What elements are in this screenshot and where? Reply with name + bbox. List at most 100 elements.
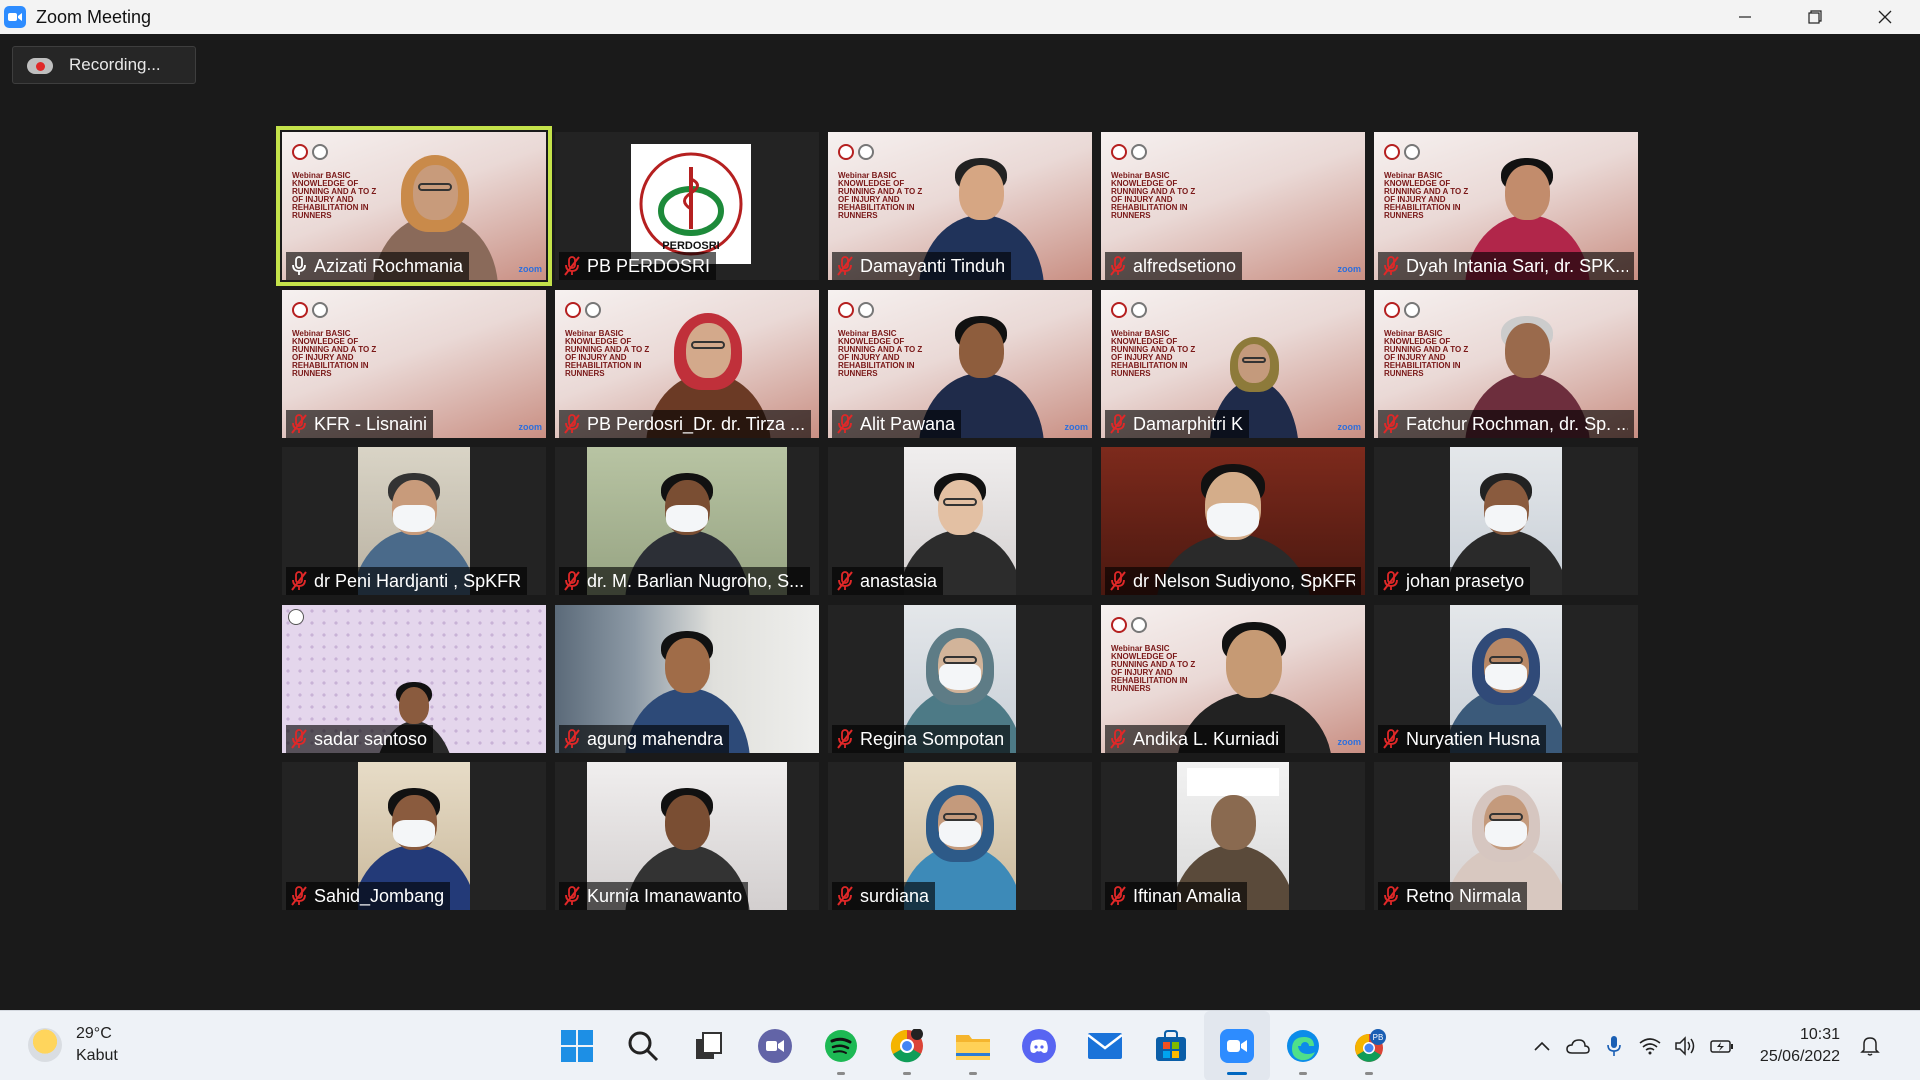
webinar-background-text: Webinar BASIC KNOWLEDGE OF RUNNING AND A… <box>1111 171 1196 220</box>
task-view-icon <box>696 1032 722 1059</box>
participant-name: Damayanti Tinduh <box>860 255 1006 276</box>
participant-name-label: Fatchur Rochman, dr. Sp. ... <box>1378 410 1634 438</box>
discord-icon <box>1022 1029 1056 1063</box>
participant-name: johan prasetyo <box>1406 570 1525 591</box>
participant-tile[interactable]: Webinar BASIC KNOWLEDGE OF RUNNING AND A… <box>1374 132 1638 280</box>
taskbar-clock[interactable]: 10:31 25/06/2022 <box>1760 1024 1840 1068</box>
participant-tile[interactable]: sadar santoso <box>282 605 546 753</box>
microsoft-store-button[interactable] <box>1138 1011 1204 1080</box>
muted-microphone-icon <box>290 886 308 906</box>
webinar-background-text: Webinar BASIC KNOWLEDGE OF RUNNING AND A… <box>1384 171 1469 220</box>
participant-tile[interactable]: Iftinan Amalia <box>1101 762 1365 910</box>
zoom-taskbar-button[interactable] <box>1204 1011 1270 1080</box>
muted-microphone-icon <box>836 729 854 749</box>
edge-button[interactable] <box>1270 1011 1336 1080</box>
participant-name: anastasia <box>860 570 938 591</box>
participant-name-label: KFR - Lisnaini <box>286 410 434 438</box>
participant-tile[interactable]: Webinar BASIC KNOWLEDGE OF RUNNING AND A… <box>1374 290 1638 438</box>
participant-name-label: PB PERDOSRI <box>559 252 717 280</box>
muted-microphone-icon <box>836 571 854 591</box>
teams-chat-icon <box>758 1029 792 1063</box>
participant-name: Azizati Rochmania <box>314 255 464 276</box>
participant-name: Damarphitri K <box>1133 413 1244 434</box>
close-button[interactable] <box>1850 0 1920 34</box>
teams-chat-button[interactable] <box>742 1011 808 1080</box>
muted-microphone-icon <box>1382 256 1400 276</box>
participant-tile[interactable]: Webinar BASIC KNOWLEDGE OF RUNNING AND A… <box>828 132 1092 280</box>
participant-name: Fatchur Rochman, dr. Sp. ... <box>1406 413 1628 434</box>
webinar-background-text: Webinar BASIC KNOWLEDGE OF RUNNING AND A… <box>1384 329 1469 378</box>
notification-center-button[interactable] <box>1856 1011 1884 1080</box>
task-view-button[interactable] <box>676 1011 742 1080</box>
restore-button[interactable] <box>1780 0 1850 34</box>
spotify-button[interactable] <box>808 1011 874 1080</box>
muted-microphone-icon <box>1109 571 1127 591</box>
mail-button[interactable] <box>1072 1011 1138 1080</box>
recording-indicator[interactable]: Recording... <box>12 46 196 84</box>
webinar-background-text: Webinar BASIC KNOWLEDGE OF RUNNING AND A… <box>1111 329 1196 378</box>
participant-tile[interactable]: Sahid_Jombang <box>282 762 546 910</box>
start-button[interactable] <box>544 1011 610 1080</box>
participant-tile[interactable]: surdiana <box>828 762 1092 910</box>
muted-microphone-icon <box>563 414 581 434</box>
participant-name-label: anastasia <box>832 567 944 595</box>
webinar-background-text: Webinar BASIC KNOWLEDGE OF RUNNING AND A… <box>565 329 650 378</box>
participant-tile[interactable]: Webinar BASIC KNOWLEDGE OF RUNNING AND A… <box>276 126 552 286</box>
discord-button[interactable] <box>1006 1011 1072 1080</box>
participant-name: Alit Pawana <box>860 413 956 434</box>
participant-name: dr Nelson Sudiyono, SpKFR <box>1133 570 1355 591</box>
wifi-icon <box>1639 1038 1661 1055</box>
participant-tile[interactable]: Retno Nirmala <box>1374 762 1638 910</box>
weather-temperature: 29°C <box>76 1025 112 1042</box>
participant-tile[interactable]: Webinar BASIC KNOWLEDGE OF RUNNING AND A… <box>828 290 1092 438</box>
edge-icon <box>1287 1030 1319 1062</box>
clock-date: 25/06/2022 <box>1759 1048 1840 1065</box>
participant-name-label: sadar santoso <box>286 725 434 753</box>
participant-name-label: Regina Sompotan <box>832 725 1011 753</box>
chrome-profile-button[interactable]: PB <box>1336 1011 1402 1080</box>
participant-tile[interactable]: Regina Sompotan <box>828 605 1092 753</box>
participant-tile[interactable]: agung mahendra <box>555 605 819 753</box>
participant-name-label: johan prasetyo <box>1378 567 1531 595</box>
participant-name: alfredsetiono <box>1133 255 1237 276</box>
cloud-recording-icon <box>27 56 53 74</box>
chrome-button[interactable] <box>874 1011 940 1080</box>
participant-tile[interactable]: Webinar BASIC KNOWLEDGE OF RUNNING AND A… <box>1101 132 1365 280</box>
participant-tile[interactable]: johan prasetyo <box>1374 447 1638 595</box>
zoom-watermark: zoom <box>518 264 543 274</box>
minimize-button[interactable] <box>1710 0 1780 34</box>
participant-name-label: surdiana <box>832 882 936 910</box>
microphone-button[interactable] <box>1596 1011 1632 1080</box>
university-logo-icon <box>288 609 304 625</box>
participant-tile[interactable]: dr. M. Barlian Nugroho, S... <box>555 447 819 595</box>
participant-tile[interactable]: PERDOSRI PB PERDOSRI <box>555 132 819 280</box>
muted-microphone-icon <box>563 886 581 906</box>
file-explorer-button[interactable] <box>940 1011 1006 1080</box>
volume-button[interactable] <box>1668 1011 1704 1080</box>
participant-tile[interactable]: Webinar BASIC KNOWLEDGE OF RUNNING AND A… <box>555 290 819 438</box>
weather-widget[interactable]: 29°C Kabut <box>28 1023 118 1067</box>
search-button[interactable] <box>610 1011 676 1080</box>
window-title: Zoom Meeting <box>36 6 152 27</box>
onedrive-button[interactable] <box>1560 1011 1596 1080</box>
participant-name-label: PB Perdosri_Dr. dr. Tirza ... <box>559 410 812 438</box>
battery-button[interactable] <box>1704 1011 1740 1080</box>
windows-start-icon <box>561 1030 593 1062</box>
participant-tile[interactable]: Webinar BASIC KNOWLEDGE OF RUNNING AND A… <box>1101 290 1365 438</box>
participant-tile[interactable]: anastasia <box>828 447 1092 595</box>
muted-microphone-icon <box>836 886 854 906</box>
participant-tile[interactable]: Nuryatien Husna <box>1374 605 1638 753</box>
participant-tile[interactable]: dr Peni Hardjanti , SpKFR <box>282 447 546 595</box>
recording-label: Recording... <box>69 55 161 74</box>
muted-microphone-icon <box>1382 571 1400 591</box>
wifi-button[interactable] <box>1632 1011 1668 1080</box>
participant-tile[interactable]: Webinar BASIC KNOWLEDGE OF RUNNING AND A… <box>282 290 546 438</box>
participant-name-label: Nuryatien Husna <box>1378 725 1547 753</box>
chrome-icon <box>890 1029 923 1063</box>
zoom-watermark: zoom <box>1337 264 1362 274</box>
participant-tile[interactable]: dr Nelson Sudiyono, SpKFR <box>1101 447 1365 595</box>
participant-tile[interactable]: Kurnia Imanawanto <box>555 762 819 910</box>
search-icon <box>628 1031 659 1062</box>
participant-tile[interactable]: Webinar BASIC KNOWLEDGE OF RUNNING AND A… <box>1101 605 1365 753</box>
show-hidden-icons-button[interactable] <box>1524 1011 1560 1080</box>
